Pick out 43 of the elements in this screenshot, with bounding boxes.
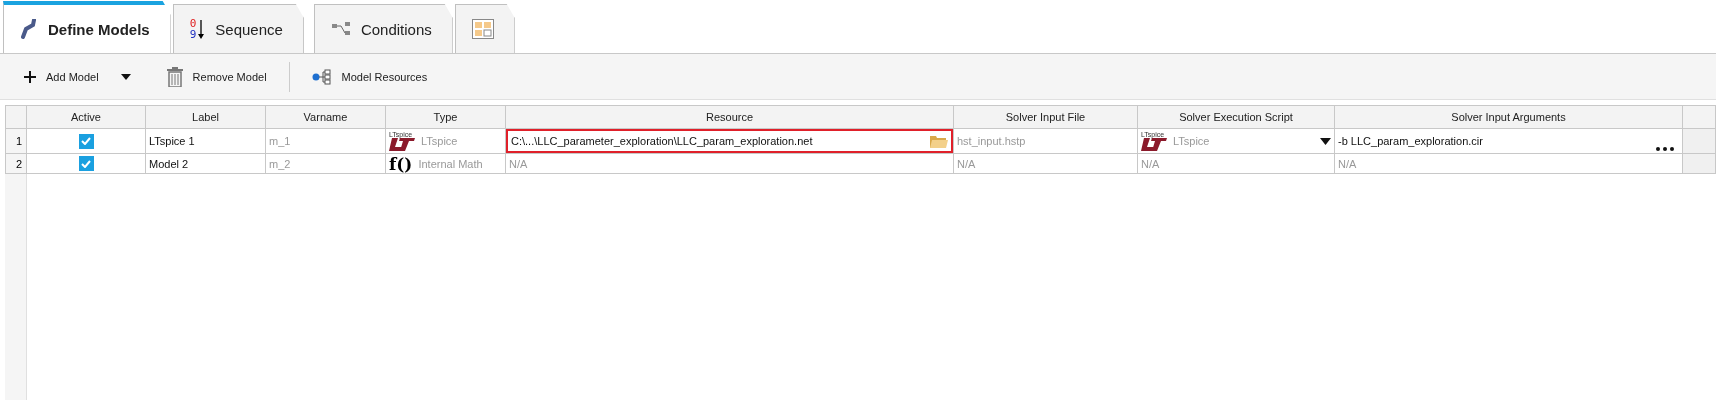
header-corner (5, 105, 27, 129)
label-text: LTspice 1 (149, 135, 195, 147)
plus-icon (24, 70, 36, 83)
network-icon (311, 68, 332, 85)
column-header[interactable]: Type (386, 105, 506, 129)
solver-input-file-text: N/A (957, 157, 976, 170)
folder-icon[interactable] (930, 133, 948, 149)
remove-model-button[interactable]: Remove Model (158, 62, 275, 91)
function-icon: f() (389, 154, 413, 173)
tab[interactable]: 0 9 Sequence (172, 4, 304, 53)
row-number: 1 (5, 129, 27, 154)
column-header[interactable]: Active (27, 105, 146, 129)
solver-input-file-text: hst_input.hstp (957, 135, 1026, 147)
add-model-button[interactable]: Add Model (16, 66, 107, 87)
nodes-icon (330, 22, 351, 36)
pipe-icon (20, 19, 38, 39)
column-header[interactable]: Solver Input File (954, 105, 1138, 129)
column-header[interactable]: Varname (266, 105, 386, 129)
column-header[interactable]: Solver Input Arguments (1335, 105, 1683, 129)
column-header[interactable]: Label (146, 105, 266, 129)
type-text: LTspice (421, 135, 458, 147)
row-number: 2 (5, 154, 27, 174)
varname-text: m_2 (269, 157, 291, 170)
resource-field[interactable]: C:\...\LLC_parameter_exploration\LLC_param_exploration.net (506, 129, 953, 153)
script-text: N/A (1141, 157, 1160, 170)
varname-text: m_1 (269, 135, 291, 147)
column-header[interactable]: Resource (506, 105, 954, 129)
caret-icon[interactable] (1320, 137, 1331, 145)
checkbox[interactable] (78, 156, 94, 171)
caret-icon (120, 73, 131, 80)
layout-icon (471, 19, 494, 39)
tab[interactable] (454, 4, 515, 53)
model-resources-button[interactable]: Model Resources (303, 64, 436, 89)
checkbox[interactable] (78, 133, 94, 149)
label-text: Model 2 (149, 157, 189, 170)
tab[interactable]: Conditions (313, 4, 453, 53)
tab[interactable]: Define Models (3, 1, 171, 53)
arguments-text: N/A (1338, 157, 1357, 170)
arguments-text: -b LLC_param_exploration.cir (1338, 135, 1483, 147)
type-text: Internal Math (418, 157, 483, 170)
column-header[interactable]: Solver Execution Script (1138, 105, 1335, 129)
more-icon[interactable] (1656, 147, 1674, 151)
trash-icon (166, 66, 183, 87)
